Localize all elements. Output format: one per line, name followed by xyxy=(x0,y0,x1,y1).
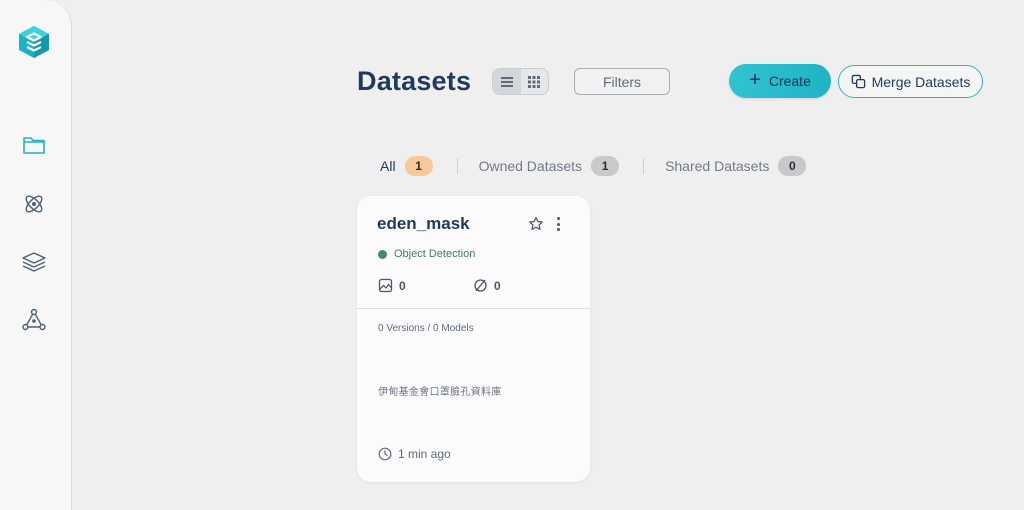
logo-icon xyxy=(19,26,49,58)
tab-shared-datasets[interactable]: Shared Datasets 0 xyxy=(665,156,807,176)
tab-count-badge: 0 xyxy=(778,156,807,176)
dataset-type-label: Object Detection xyxy=(394,248,476,260)
sidebar xyxy=(0,0,72,510)
images-count: 0 xyxy=(399,278,406,293)
favorite-button[interactable] xyxy=(528,216,544,232)
grid-view-button[interactable] xyxy=(521,69,549,94)
kebab-dot xyxy=(556,228,560,231)
annotations-stat: 0 xyxy=(473,278,501,293)
tab-owned-datasets[interactable]: Owned Datasets 1 xyxy=(479,156,620,176)
no-annotations-icon xyxy=(474,279,487,292)
network-icon xyxy=(22,308,46,331)
clock-icon xyxy=(378,447,392,461)
filters-button[interactable]: Filters xyxy=(574,68,670,95)
page-title: Datasets xyxy=(357,66,472,96)
plus-icon: + xyxy=(749,69,761,91)
dataset-type: Object Detection xyxy=(378,248,475,260)
star-icon xyxy=(529,216,543,230)
status-dot xyxy=(378,249,387,259)
tab-divider xyxy=(643,158,645,174)
list-view-button[interactable] xyxy=(493,69,521,94)
dataset-tabs: All 1 Owned Datasets 1 Shared Datasets 0 xyxy=(380,155,807,177)
tab-count-badge: 1 xyxy=(591,156,620,176)
grid-icon xyxy=(528,75,541,88)
layers-icon xyxy=(22,252,46,272)
updated-time: 1 min ago xyxy=(378,447,451,461)
merge-icon xyxy=(851,74,865,89)
kebab-dot xyxy=(556,222,560,226)
list-icon xyxy=(500,76,513,87)
view-toggle xyxy=(492,68,549,95)
dataset-description: 伊甸基金會口罩臉孔資料庫 xyxy=(378,387,502,398)
sidebar-item-workflows[interactable] xyxy=(20,306,48,334)
dataset-title: eden_mask xyxy=(377,214,470,233)
atom-icon xyxy=(25,195,43,213)
sidebar-item-layers[interactable] xyxy=(20,248,48,276)
tab-divider xyxy=(456,158,458,174)
tab-label: Shared Datasets xyxy=(665,158,770,174)
images-stat: 0 xyxy=(378,278,406,293)
dataset-card[interactable]: eden_mask Object Detection 0 0 0 Version… xyxy=(357,196,590,482)
sidebar-item-models[interactable] xyxy=(20,190,48,218)
image-icon xyxy=(378,278,393,293)
versions-models: 0 Versions / 0 Models xyxy=(378,323,474,334)
kebab-dot xyxy=(556,217,560,220)
folder-icon xyxy=(23,137,45,154)
merge-label: Merge Datasets xyxy=(871,73,971,90)
tab-count-badge: 1 xyxy=(404,156,433,176)
tab-all[interactable]: All 1 xyxy=(380,156,433,176)
card-divider xyxy=(357,308,590,309)
tab-label: All xyxy=(380,158,396,174)
create-button[interactable]: + Create xyxy=(729,64,831,98)
sidebar-item-datasets[interactable] xyxy=(20,131,48,159)
create-label: Create xyxy=(768,73,811,89)
tab-label: Owned Datasets xyxy=(478,158,583,174)
more-options-button[interactable] xyxy=(553,215,563,233)
merge-datasets-button[interactable]: Merge Datasets xyxy=(838,65,983,98)
app-logo[interactable] xyxy=(18,25,50,59)
annotations-count: 0 xyxy=(494,278,501,293)
updated-label: 1 min ago xyxy=(398,447,451,461)
